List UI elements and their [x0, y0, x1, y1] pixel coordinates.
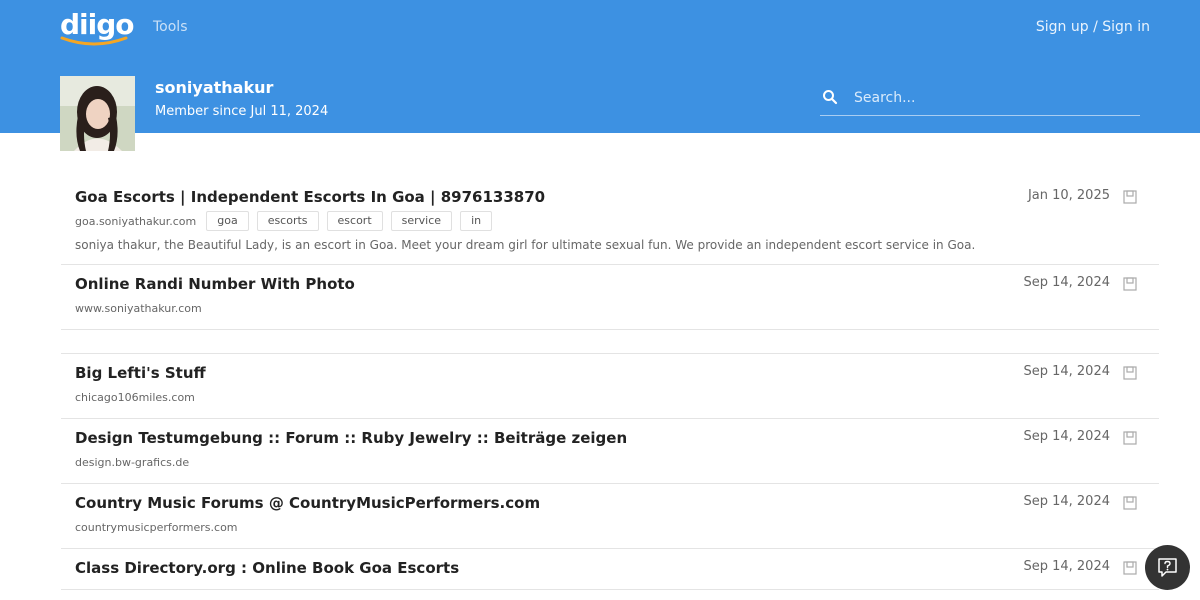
bookmark-date: Sep 14, 2024: [1023, 275, 1110, 290]
bookmark-title[interactable]: Design Testumgebung :: Forum :: Ruby Jew…: [75, 427, 1145, 449]
bookmark-icon[interactable]: [1123, 561, 1137, 575]
diigo-logo[interactable]: diigo: [60, 10, 135, 46]
list-item: Online Randi Number With Photo Sep 14, 2…: [61, 265, 1159, 330]
list-divider: [61, 330, 1159, 354]
bookmark-domain[interactable]: countrymusicperformers.com: [75, 521, 238, 534]
bookmark-date: Sep 14, 2024: [1023, 494, 1110, 509]
search-icon[interactable]: [822, 89, 838, 105]
tools-menu-link[interactable]: Tools: [153, 19, 188, 35]
site-header: diigo Tools Sign up / Sign in soniyathak…: [0, 0, 1200, 133]
avatar-photo: [60, 76, 135, 151]
logo-smile-icon: [60, 36, 128, 46]
tag-goa[interactable]: goa: [206, 211, 249, 231]
bookmark-description: soniya thakur, the Beautiful Lady, is an…: [75, 238, 976, 252]
tag-service[interactable]: service: [390, 211, 453, 231]
profile-username[interactable]: soniyathakur: [155, 78, 273, 97]
list-item: Country Music Forums @ CountryMusicPerfo…: [61, 484, 1159, 549]
tag-escort[interactable]: escort: [326, 211, 383, 231]
profile-member-since: Member since Jul 11, 2024: [155, 104, 329, 119]
bookmark-icon[interactable]: [1123, 366, 1137, 380]
bookmark-date: Sep 14, 2024: [1023, 364, 1110, 379]
tag-escorts[interactable]: escorts: [256, 211, 319, 231]
list-item: Goa Escorts | Independent Escorts In Goa…: [61, 178, 1159, 265]
list-item: Class Directory.org : Online Book Goa Es…: [61, 549, 1159, 590]
bookmark-date: Sep 14, 2024: [1023, 559, 1110, 574]
search-input[interactable]: [854, 85, 1134, 111]
bookmark-domain[interactable]: www.soniyathakur.com: [75, 302, 202, 315]
bookmark-date: Jan 10, 2025: [1027, 188, 1110, 203]
bookmark-title[interactable]: Country Music Forums @ CountryMusicPerfo…: [75, 492, 1145, 514]
bookmark-title[interactable]: Goa Escorts | Independent Escorts In Goa…: [75, 186, 1145, 208]
profile-avatar[interactable]: [60, 76, 135, 151]
bookmark-meta: countrymusicperformers.com: [75, 516, 1145, 538]
bookmark-icon[interactable]: [1123, 496, 1137, 510]
bookmark-icon[interactable]: [1123, 190, 1137, 204]
bookmark-date: Sep 14, 2024: [1023, 429, 1110, 444]
list-item: Big Lefti's Stuff Sep 14, 2024 chicago10…: [61, 354, 1159, 419]
tag-in[interactable]: in: [460, 211, 493, 231]
bookmark-meta: chicago106miles.com: [75, 386, 1145, 408]
bookmark-domain[interactable]: design.bw-grafics.de: [75, 456, 189, 469]
search-box: [820, 82, 1140, 116]
bookmark-list: Goa Escorts | Independent Escorts In Goa…: [61, 178, 1159, 590]
help-chat-button[interactable]: [1145, 545, 1190, 590]
bookmark-icon[interactable]: [1123, 431, 1137, 445]
bookmark-title[interactable]: Online Randi Number With Photo: [75, 273, 1145, 295]
bookmark-meta: www.soniyathakur.com: [75, 297, 1145, 319]
help-chat-icon: [1158, 558, 1177, 577]
bookmark-domain[interactable]: goa.soniyathakur.com: [75, 215, 196, 228]
bookmark-meta: design.bw-grafics.de: [75, 451, 1145, 473]
bookmark-domain[interactable]: chicago106miles.com: [75, 391, 195, 404]
bookmark-title[interactable]: Big Lefti's Stuff: [75, 362, 1145, 384]
bookmark-title[interactable]: Class Directory.org : Online Book Goa Es…: [75, 557, 1145, 579]
bookmark-icon[interactable]: [1123, 277, 1137, 291]
list-item: Design Testumgebung :: Forum :: Ruby Jew…: [61, 419, 1159, 484]
signup-signin-link[interactable]: Sign up / Sign in: [1036, 19, 1150, 35]
bookmark-meta: goa.soniyathakur.com goa escorts escort …: [75, 210, 1145, 232]
